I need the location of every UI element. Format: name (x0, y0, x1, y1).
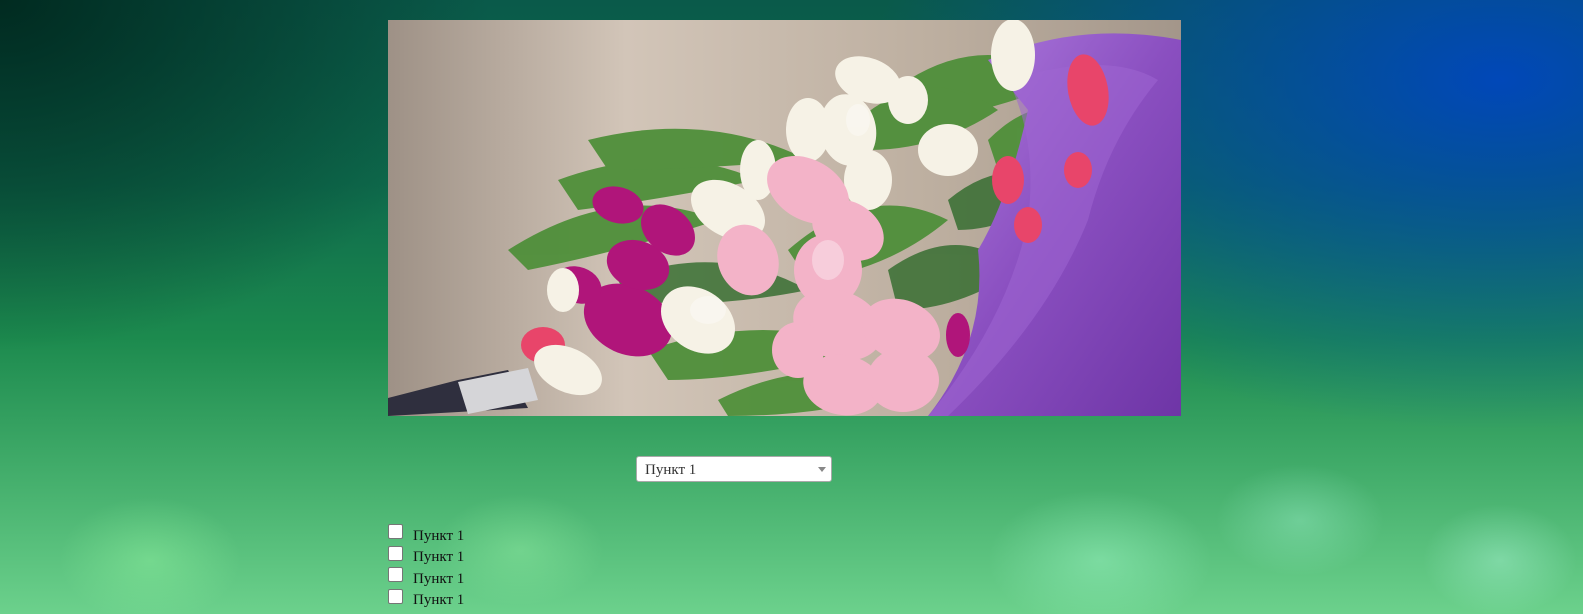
checkbox-item[interactable]: Пункт 1 (388, 566, 464, 588)
checkbox[interactable] (388, 545, 403, 561)
checkbox-label: Пункт 1 (413, 592, 465, 609)
checkbox[interactable] (388, 588, 403, 604)
checkbox-item[interactable]: Пункт 1 (388, 523, 464, 545)
checkbox-label: Пункт 1 (413, 549, 465, 566)
checkbox-label: Пункт 1 (413, 570, 465, 587)
checkbox-label: Пункт 1 (413, 527, 465, 544)
checkbox[interactable] (388, 567, 403, 583)
tulip-bouquet-image (388, 20, 1181, 416)
dropdown-selected-value: Пункт 1 (645, 462, 697, 478)
dropdown-select[interactable]: Пункт 1 (636, 456, 832, 482)
chevron-down-icon (818, 467, 826, 472)
tulip-bouquet-illustration (388, 20, 1181, 416)
checkbox-item[interactable]: Пункт 1 (388, 588, 464, 610)
checkbox-list: Пункт 1 Пункт 1 Пункт 1 Пункт 1 (388, 523, 464, 609)
checkbox[interactable] (388, 524, 403, 540)
checkbox-item[interactable]: Пункт 1 (388, 545, 464, 567)
